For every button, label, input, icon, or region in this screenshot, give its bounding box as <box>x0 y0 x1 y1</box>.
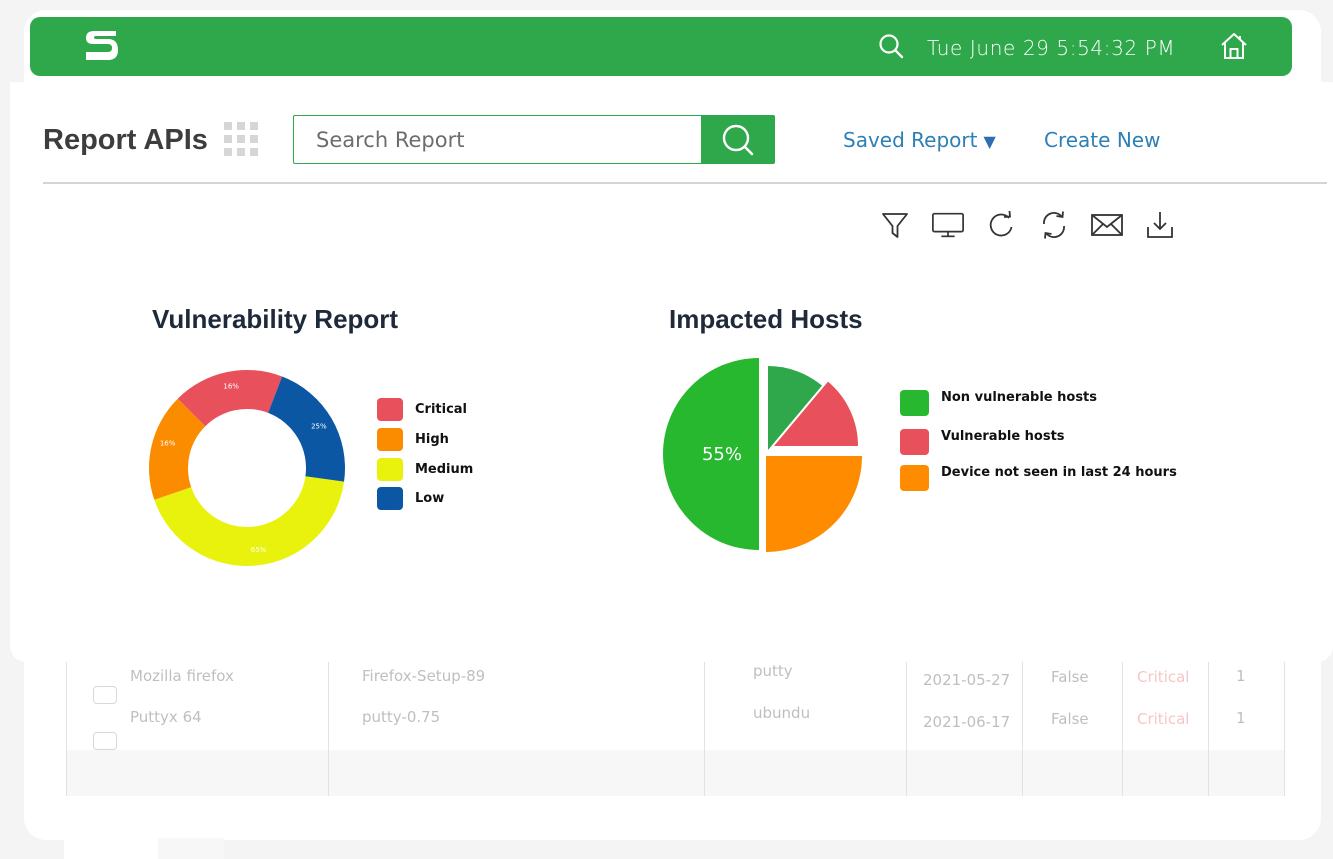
cell-flag: False <box>1051 710 1089 728</box>
legend-label: Device not seen in last 24 hours <box>941 464 1177 480</box>
donut-slice-label: 25% <box>311 423 327 431</box>
impacted-hosts-chart-title: Impacted Hosts <box>669 304 863 334</box>
table-col-divider <box>1284 662 1285 796</box>
cell-file: putty-0.75 <box>362 708 441 726</box>
cell-severity: Critical <box>1137 668 1190 686</box>
legend-label: Low <box>415 491 445 506</box>
donut-slice-low[interactable] <box>268 376 345 482</box>
legend-label: Medium <box>415 462 474 477</box>
sync-icon <box>1043 211 1065 239</box>
vulnerability-donut-chart: 16% 16% 65% 25% <box>149 370 345 566</box>
report-search <box>293 115 775 164</box>
cell-date: 2021-05-27 <box>923 671 1011 689</box>
legend-label: Vulnerable hosts <box>941 428 1065 444</box>
mail-icon <box>1091 214 1123 236</box>
legend-swatch <box>377 428 403 451</box>
impacted-hosts-legend: Non vulnerable hosts Vulnerable hosts De… <box>900 389 1177 495</box>
legend-swatch <box>900 465 929 491</box>
legend-label: Non vulnerable hosts <box>941 389 1098 405</box>
saved-report-dropdown[interactable]: Saved Report ▼ <box>843 128 996 152</box>
cell-host: putty <box>753 662 793 680</box>
header-divider <box>43 182 1327 184</box>
legend-item: High <box>377 428 449 451</box>
legend-label: Critical <box>415 402 468 417</box>
pie-slice-label: 55% <box>702 444 742 465</box>
legend-swatch <box>377 487 403 510</box>
report-table: Mozilla firefox Firefox-Setup-89 putty 2… <box>66 662 1285 796</box>
legend-item: Non vulnerable hosts <box>900 390 1097 416</box>
legend-item: Device not seen in last 24 hours <box>900 465 1177 491</box>
cell-name: Mozilla firefox <box>130 667 234 685</box>
vulnerability-chart-title: Vulnerability Report <box>152 304 399 334</box>
table-col-divider <box>66 662 67 796</box>
cell-file: Firefox-Setup-89 <box>362 667 486 685</box>
search-button[interactable] <box>701 116 774 163</box>
display-button[interactable] <box>931 208 965 242</box>
top-bar: Tue June 29 5:54:32 PM <box>30 17 1292 76</box>
logo-s-icon[interactable] <box>82 27 120 65</box>
legend-swatch <box>377 398 403 421</box>
create-new-link[interactable]: Create New <box>1044 128 1160 152</box>
search-input[interactable] <box>294 116 701 163</box>
donut-slice-label: 65% <box>251 546 267 554</box>
report-actions <box>878 208 1177 242</box>
cell-flag: False <box>1051 668 1089 686</box>
legend-item: Medium <box>377 458 473 481</box>
refresh-icon <box>989 210 1013 237</box>
monitor-icon <box>932 212 964 238</box>
table-col-divider <box>704 662 705 796</box>
donut-slice-label: 16% <box>223 383 239 391</box>
row-checkbox[interactable] <box>93 732 117 750</box>
vulnerability-legend: Critical High Medium Low <box>377 398 497 518</box>
legend-swatch <box>900 429 929 455</box>
table-empty-row <box>66 750 1285 796</box>
table-col-divider <box>1208 662 1209 796</box>
datetime-display: Tue June 29 5:54:32 PM <box>927 36 1176 60</box>
table-col-divider <box>1122 662 1123 796</box>
email-button[interactable] <box>1090 208 1124 242</box>
filter-icon <box>882 213 908 238</box>
download-icon <box>1147 212 1173 238</box>
cell-name: Puttyx 64 <box>130 708 202 726</box>
apps-grid-icon[interactable] <box>224 122 258 156</box>
legend-swatch <box>377 458 403 481</box>
table-col-divider <box>328 662 329 796</box>
row-checkbox[interactable] <box>93 686 117 704</box>
footer-tab <box>64 838 224 859</box>
page: Mozilla firefox Firefox-Setup-89 putty 2… <box>0 0 1333 859</box>
cell-date: 2021-06-17 <box>923 713 1011 731</box>
legend-item: Vulnerable hosts <box>900 429 1065 455</box>
impacted-hosts-pie-chart: 55% <box>663 358 862 552</box>
home-icon[interactable] <box>1218 30 1250 62</box>
page-title: Report APIs <box>43 124 208 156</box>
filter-button[interactable] <box>878 208 912 242</box>
legend-swatch <box>900 390 929 416</box>
search-icon[interactable] <box>878 33 904 59</box>
cell-severity: Critical <box>1137 710 1190 728</box>
download-button[interactable] <box>1143 208 1177 242</box>
table-col-divider <box>1022 662 1023 796</box>
donut-slice-label: 16% <box>160 440 176 448</box>
cell-count: 1 <box>1236 667 1246 685</box>
legend-item: Critical <box>377 398 467 421</box>
table-col-divider <box>906 662 907 796</box>
saved-report-label: Saved Report <box>843 128 978 152</box>
search-icon <box>722 124 753 155</box>
pie-slice-not-seen[interactable] <box>766 456 862 552</box>
report-panel: Report APIs Saved Report ▼ Create New <box>10 82 1333 662</box>
cell-host: ubundu <box>753 704 811 722</box>
cell-count: 1 <box>1236 709 1246 727</box>
sync-button[interactable] <box>1037 208 1071 242</box>
legend-label: High <box>415 432 449 447</box>
legend-item: Low <box>377 487 444 510</box>
refresh-button[interactable] <box>984 208 1018 242</box>
caret-down-icon: ▼ <box>983 132 996 151</box>
